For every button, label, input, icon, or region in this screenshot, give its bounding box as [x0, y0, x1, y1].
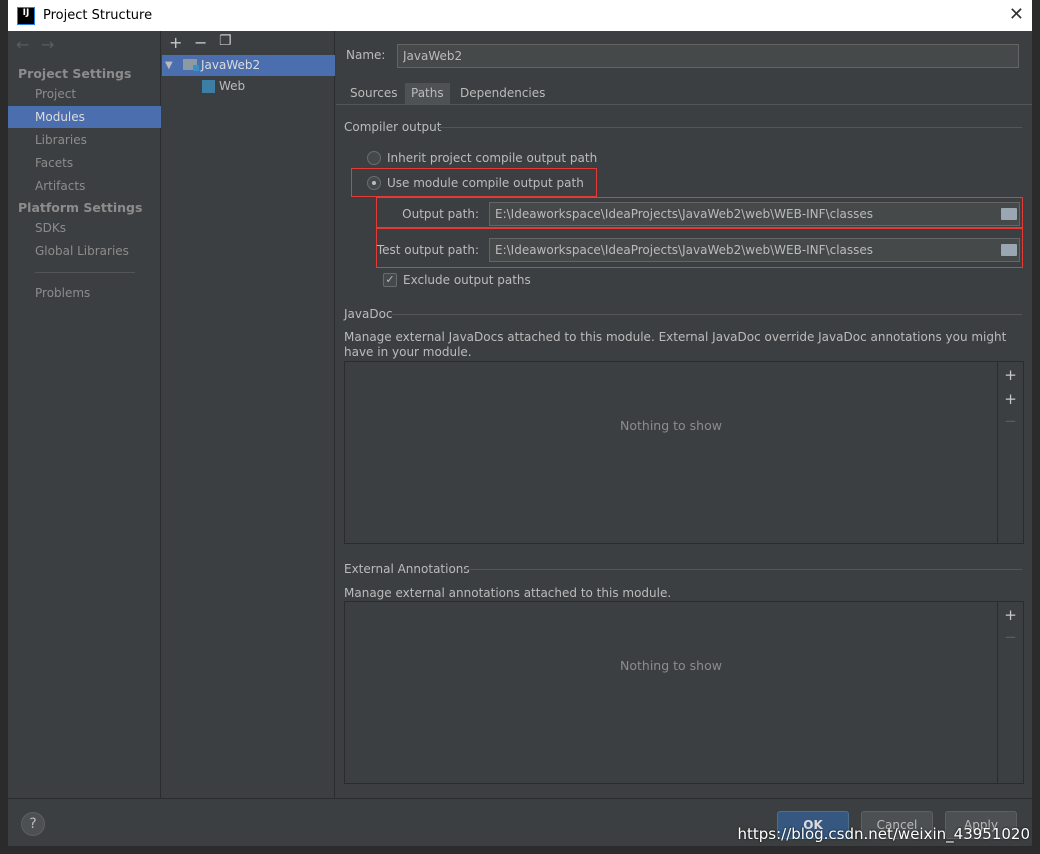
output-path-input[interactable] [489, 202, 1020, 226]
divider [392, 314, 1022, 315]
tree-item-label: Web [219, 79, 246, 93]
tab-divider [336, 104, 1032, 105]
expand-arrow-icon[interactable]: ▼ [165, 55, 173, 76]
exclude-label: Exclude output paths [403, 273, 531, 287]
inherit-radio[interactable] [367, 151, 381, 165]
sidebar-item-libraries[interactable]: Libraries [8, 129, 161, 151]
module-tree-pane: + − ❐ ▼ JavaWeb2 Web [162, 31, 335, 798]
empty-text: Nothing to show [620, 418, 722, 433]
sidebar-item-global-libraries[interactable]: Global Libraries [8, 240, 161, 262]
annotations-list[interactable]: Nothing to show + − [344, 601, 1024, 784]
module-settings: Name: Sources Paths Dependencies Compile… [336, 31, 1032, 798]
sidebar-item-artifacts[interactable]: Artifacts [8, 175, 161, 197]
divider [35, 272, 135, 273]
remove-icon[interactable]: − [998, 412, 1023, 430]
annotations-description: Manage external annotations attached to … [344, 586, 672, 600]
tree-item-web[interactable]: Web [162, 76, 335, 97]
module-folder-icon [183, 59, 199, 71]
tab-paths[interactable]: Paths [405, 83, 450, 104]
tab-dependencies[interactable]: Dependencies [454, 83, 551, 104]
web-facet-icon [202, 80, 215, 93]
list-toolbar: + − [997, 602, 1023, 783]
window-title: Project Structure [43, 8, 153, 23]
close-icon[interactable]: ✕ [1009, 4, 1024, 25]
annotations-title: External Annotations [344, 562, 470, 576]
javadoc-list[interactable]: Nothing to show + + − [344, 361, 1024, 544]
platform-settings-header: Platform Settings [18, 200, 143, 215]
name-input[interactable] [397, 44, 1019, 68]
divider [436, 127, 1022, 128]
list-toolbar: + + − [997, 362, 1023, 543]
sidebar-item-problems[interactable]: Problems [8, 282, 161, 304]
sidebar-item-facets[interactable]: Facets [8, 152, 161, 174]
add-icon[interactable]: + [169, 33, 182, 52]
javadoc-description: Manage external JavaDocs attached to thi… [344, 330, 1007, 359]
title-bar: IJ Project Structure ✕ [8, 0, 1032, 31]
copy-icon[interactable]: ❐ [219, 33, 232, 49]
test-output-path-label: Test output path: [376, 243, 479, 257]
remove-icon[interactable]: − [998, 628, 1023, 646]
watermark: https://blog.csdn.net/weixin_43951020 [737, 825, 1030, 843]
folder-icon[interactable] [1001, 244, 1017, 256]
add-icon[interactable]: + [998, 366, 1023, 384]
back-arrow-icon[interactable]: ← [16, 35, 29, 54]
intellij-logo-icon: IJ [17, 6, 35, 25]
output-path-label: Output path: [402, 207, 479, 221]
javadoc-title: JavaDoc [344, 307, 393, 321]
forward-arrow-icon[interactable]: → [41, 35, 54, 54]
add-url-icon[interactable]: + [998, 390, 1023, 408]
sidebar-item-project[interactable]: Project [8, 83, 161, 105]
name-label: Name: [346, 48, 386, 62]
test-output-path-input[interactable] [489, 238, 1020, 262]
sidebar-item-modules[interactable]: Modules [8, 106, 161, 128]
tree-item-label: JavaWeb2 [201, 58, 261, 72]
sidebar-item-sdks[interactable]: SDKs [8, 217, 161, 239]
exclude-checkbox[interactable]: ✓ [383, 273, 397, 287]
inherit-label: Inherit project compile output path [387, 151, 598, 165]
use-module-label: Use module compile output path [387, 176, 584, 190]
compiler-output-title: Compiler output [344, 120, 442, 134]
tree-item-javaweb2[interactable]: ▼ JavaWeb2 [162, 55, 335, 76]
folder-icon[interactable] [1001, 208, 1017, 220]
divider [462, 569, 1022, 570]
sidebar: ← → Project Settings Project Modules Lib… [8, 31, 161, 798]
dialog: ← → Project Settings Project Modules Lib… [8, 31, 1032, 846]
add-icon[interactable]: + [998, 606, 1023, 624]
tab-sources[interactable]: Sources [344, 83, 403, 104]
project-settings-header: Project Settings [18, 66, 132, 81]
remove-icon[interactable]: − [194, 33, 207, 52]
help-button[interactable]: ? [21, 812, 45, 836]
use-module-radio[interactable] [367, 176, 381, 190]
empty-text: Nothing to show [620, 658, 722, 673]
